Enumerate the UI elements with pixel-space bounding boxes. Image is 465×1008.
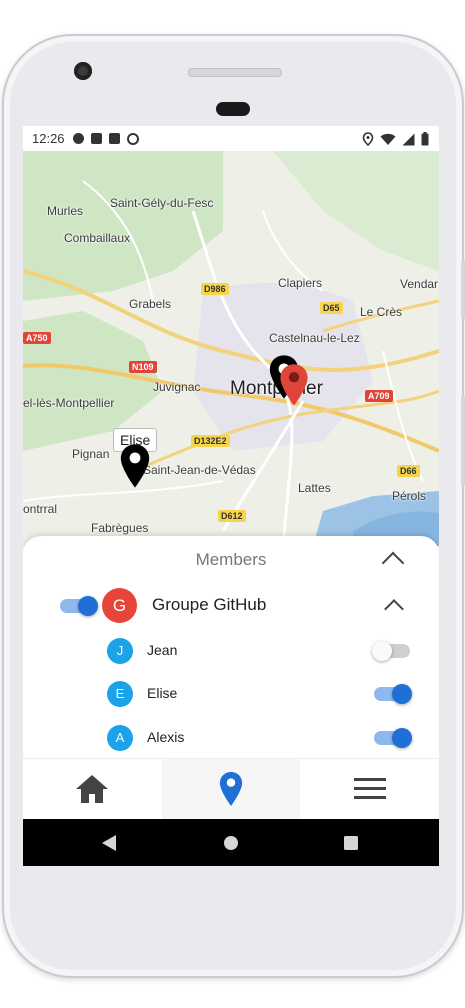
cell-signal-icon <box>402 133 415 145</box>
members-sheet: Members G Groupe GitHub J Jean E Elise A… <box>23 536 439 761</box>
front-camera <box>74 62 92 80</box>
recents-icon[interactable] <box>343 835 359 851</box>
home-circle-icon[interactable] <box>223 835 239 851</box>
road-badge-d66: D66 <box>397 465 420 477</box>
member-toggle[interactable] <box>374 728 412 748</box>
map-view[interactable]: Murles Saint-Gély-du-Fesc Combaillaux Cl… <box>23 151 439 546</box>
member-toggle[interactable] <box>372 641 410 661</box>
earpiece <box>216 102 250 116</box>
map-label-castelnau: Castelnau-le-Lez <box>269 331 360 345</box>
location-pin-icon <box>219 772 243 806</box>
map-label-saint-jean: Saint-Jean-de-Védas <box>143 463 256 477</box>
sheet-title: Members <box>195 550 267 569</box>
map-label-le-cres: Le Crès <box>360 305 403 319</box>
member-row[interactable]: J Jean <box>23 631 439 671</box>
screen: 12:26 Murles Saint-Gély-du-Fesc Combaill… <box>23 126 439 866</box>
group-avatar: G <box>102 588 137 623</box>
status-bar: 12:26 <box>23 126 439 151</box>
sync-icon <box>126 132 139 145</box>
map-label-murles: Murles <box>47 204 84 218</box>
member-name: Jean <box>147 642 178 658</box>
map-marker-icon[interactable] <box>118 443 152 489</box>
road-badge-d65: D65 <box>320 302 343 314</box>
speaker-grille <box>188 68 282 77</box>
map-label-lavérune: el-lès-Montpellier <box>23 396 115 410</box>
nav-map[interactable] <box>162 759 300 819</box>
map-label-fabregues: Fabrègues <box>91 521 149 535</box>
menu-icon <box>354 778 386 799</box>
map-label-montbazin: ontrral <box>23 502 58 516</box>
status-icons-right <box>362 132 429 146</box>
map-label-perols: Pérols <box>392 489 427 503</box>
map-marker-red-icon[interactable] <box>278 363 310 407</box>
member-row[interactable]: E Elise <box>23 674 439 714</box>
map-label-lattes: Lattes <box>298 481 331 495</box>
nav-home[interactable] <box>23 759 161 819</box>
notification-a-icon <box>72 133 84 144</box>
volume-button <box>461 261 465 319</box>
group-name: Groupe GitHub <box>152 595 267 614</box>
sd-card-icon <box>108 133 120 144</box>
road-badge-d612: D612 <box>218 510 246 522</box>
group-toggle[interactable] <box>60 596 98 616</box>
group-row[interactable]: G Groupe GitHub <box>23 586 439 626</box>
road-badge-a750: A750 <box>23 332 51 344</box>
map-label-juvignac: Juvignac <box>153 380 201 394</box>
member-row[interactable]: A Alexis <box>23 718 439 758</box>
home-icon <box>76 775 108 803</box>
power-button <box>461 396 465 486</box>
status-time: 12:26 <box>32 131 65 146</box>
road-badge-a709: A709 <box>365 390 393 402</box>
road-badge-d132e2: D132E2 <box>191 435 230 447</box>
member-avatar: J <box>107 638 133 664</box>
chevron-up-icon[interactable] <box>384 599 404 619</box>
map-label-pignan: Pignan <box>72 447 110 461</box>
member-avatar: E <box>107 681 133 707</box>
member-name: Alexis <box>147 729 185 745</box>
wifi-icon <box>380 133 396 145</box>
location-icon <box>362 132 374 146</box>
road-badge-n109: N109 <box>129 361 157 373</box>
member-name: Elise <box>147 685 178 701</box>
system-navigation-bar <box>23 819 439 866</box>
battery-icon <box>421 132 429 146</box>
map-label-combaillaux: Combaillaux <box>64 231 131 245</box>
bottom-navigation <box>23 758 439 819</box>
map-label-saint-gely: Saint-Gély-du-Fesc <box>110 196 214 210</box>
member-avatar: A <box>107 725 133 751</box>
map-label-grabels: Grabels <box>129 297 172 311</box>
nav-menu[interactable] <box>301 759 439 819</box>
back-icon[interactable] <box>101 834 117 852</box>
map-label-clapiers: Clapiers <box>278 276 323 290</box>
road-badge-d986: D986 <box>201 283 229 295</box>
member-toggle[interactable] <box>374 684 412 704</box>
map-background <box>23 151 439 546</box>
notification-a2-icon <box>90 133 102 144</box>
map-label-vendar: Vendar <box>400 277 439 291</box>
